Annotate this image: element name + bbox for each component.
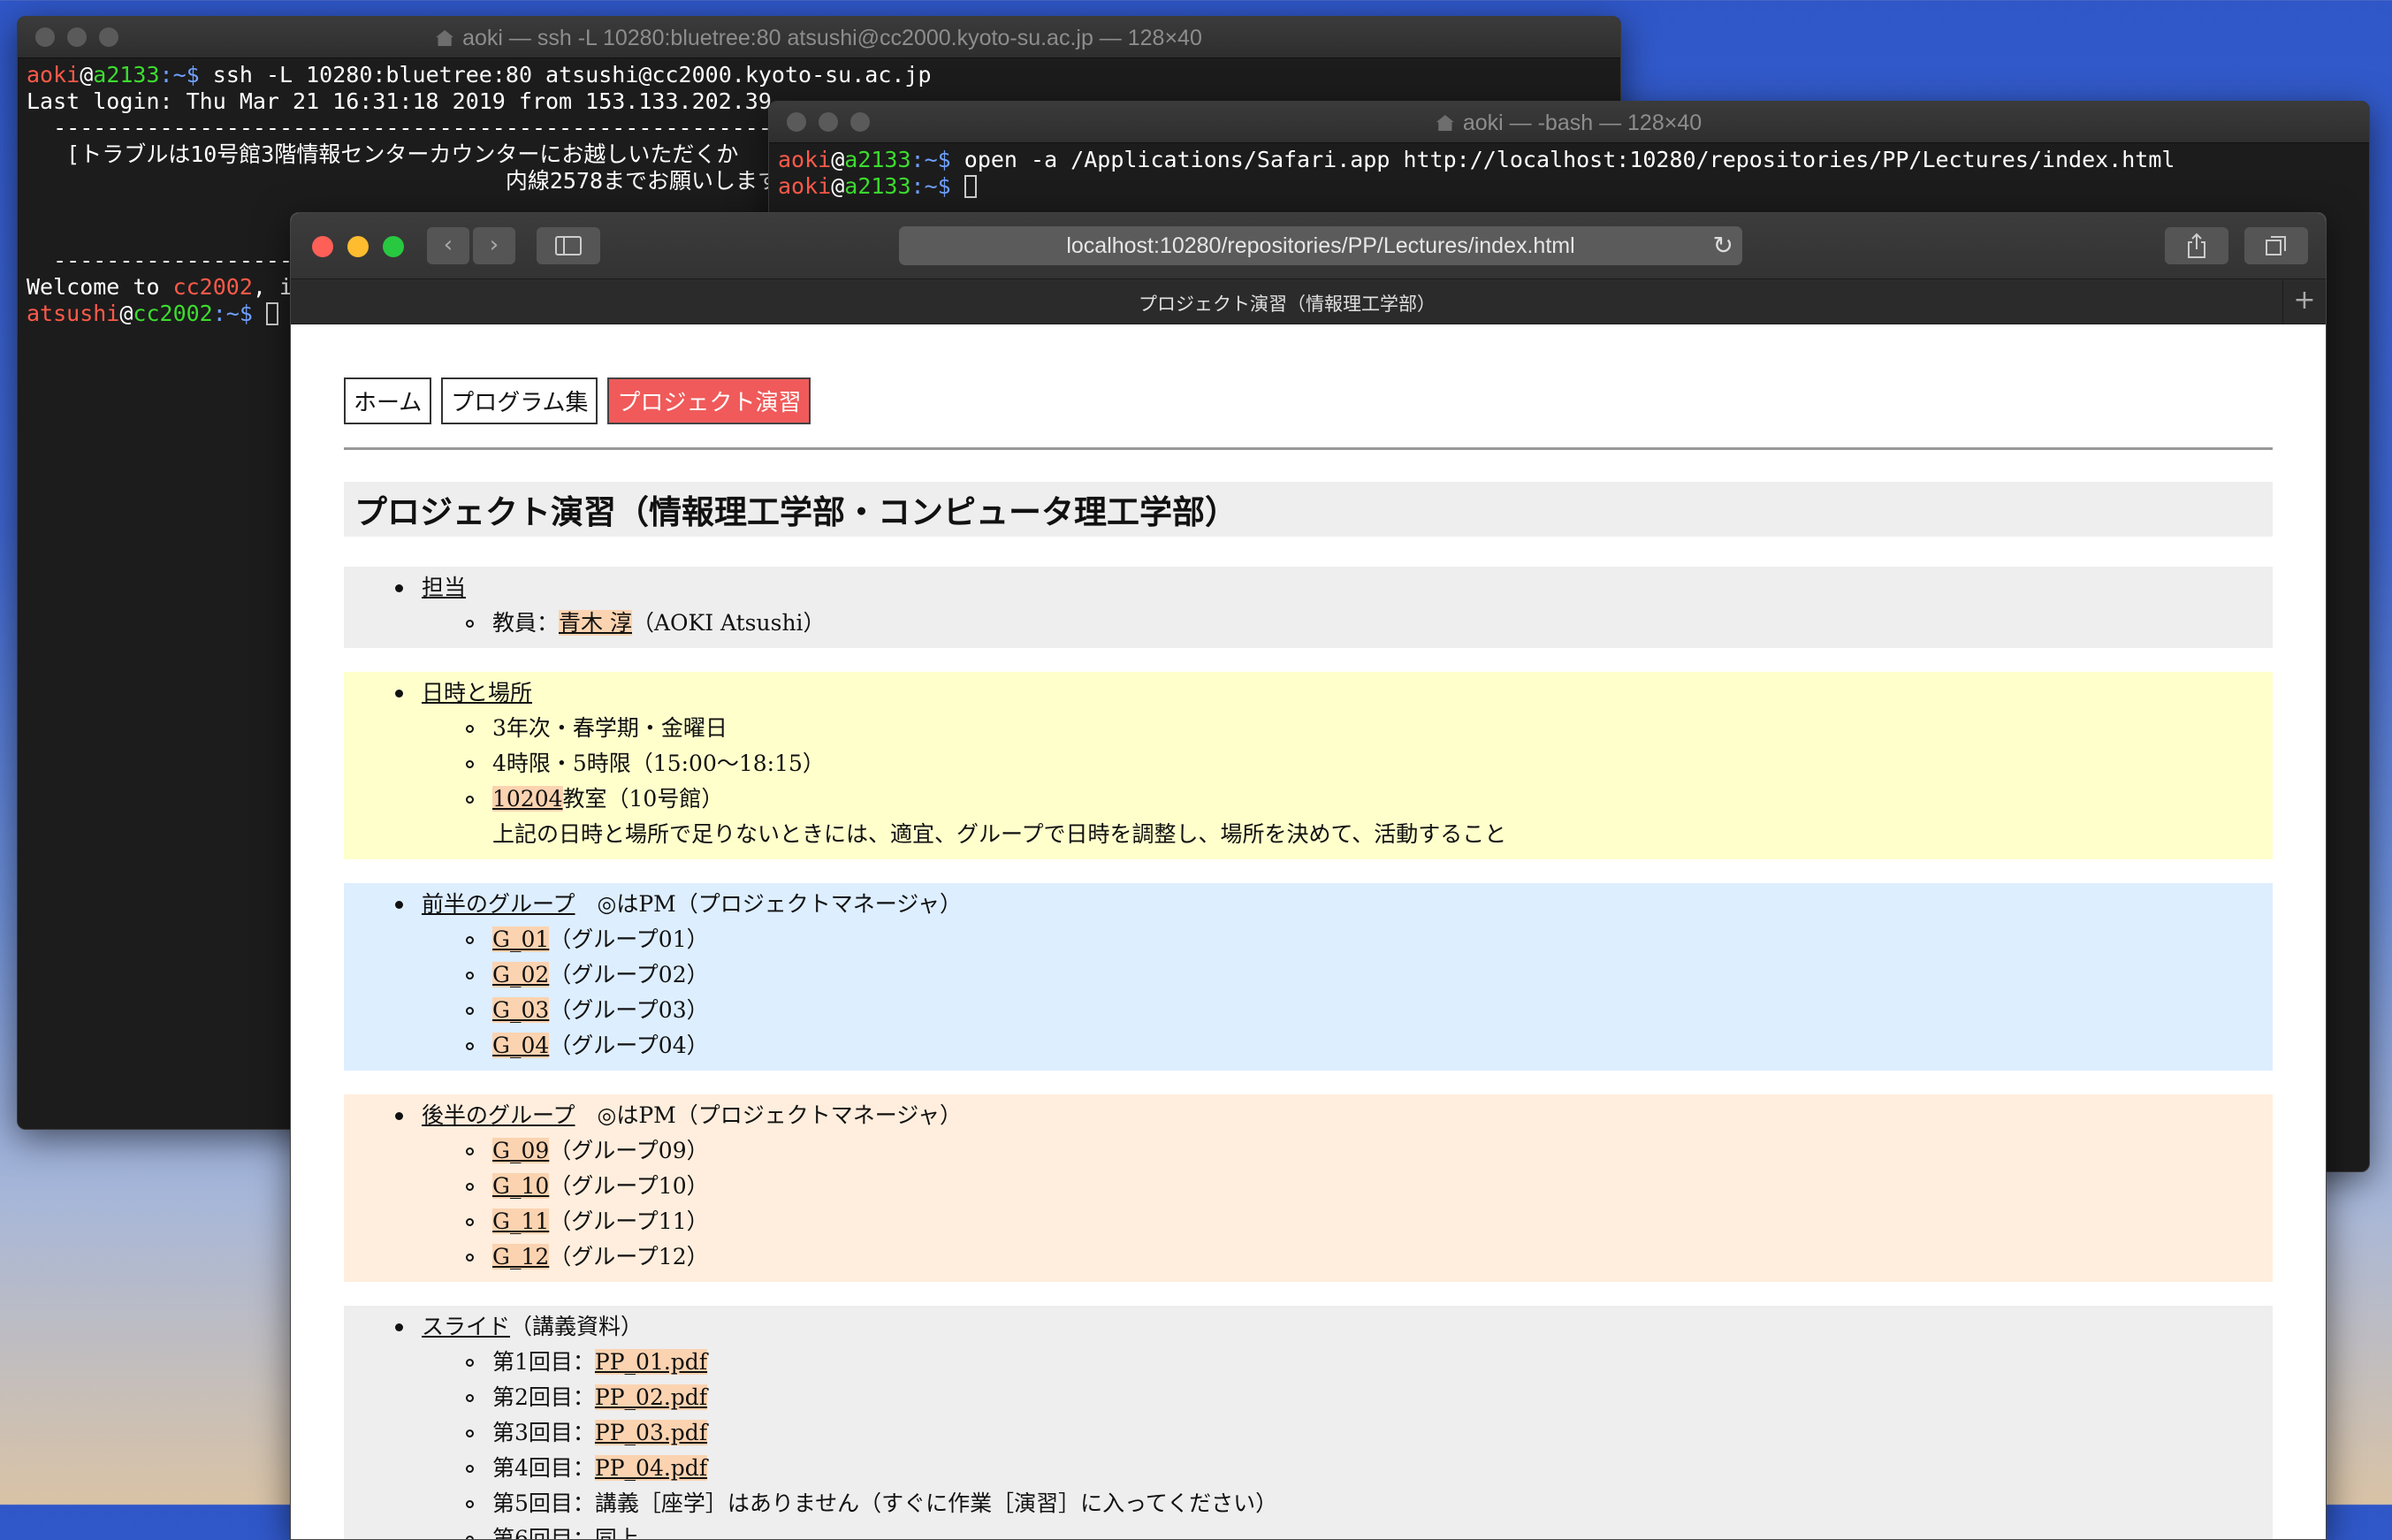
terminal-cursor bbox=[964, 175, 977, 198]
group-link[interactable]: G_11 bbox=[492, 1208, 550, 1234]
web-page-content: ホーム プログラム集 プロジェクト演習 プロジェクト演習（情報理工学部・コンピュ… bbox=[291, 324, 2326, 1539]
terminal-cursor bbox=[265, 302, 278, 325]
list-item: 3年次・春学期・金曜日 bbox=[466, 711, 2273, 746]
prompt-path: :~$ bbox=[159, 62, 213, 88]
slide-link[interactable]: PP_04.pdf bbox=[594, 1455, 708, 1481]
divider bbox=[344, 447, 2273, 450]
list-item: G_01（グループ01） bbox=[466, 922, 2273, 957]
terminal-output[interactable]: aoki@a2133:~$ open -a /Applications/Safa… bbox=[769, 143, 2369, 203]
slide-link[interactable]: PP_01.pdf bbox=[594, 1349, 708, 1375]
terminal-title: aoki — ssh -L 10280:bluetree:80 atsushi@… bbox=[462, 26, 1202, 50]
nav-programs[interactable]: プログラム集 bbox=[441, 377, 598, 424]
list-item: G_02（グループ02） bbox=[466, 957, 2273, 993]
slide-link[interactable]: PP_03.pdf bbox=[594, 1420, 708, 1445]
close-button[interactable] bbox=[312, 236, 333, 257]
list-item: G_04（グループ04） bbox=[466, 1028, 2273, 1064]
safari-window[interactable]: ‹ › localhost:10280/repositories/PP/Lect… bbox=[290, 212, 2327, 1540]
site-nav: ホーム プログラム集 プロジェクト演習 bbox=[344, 324, 2273, 424]
safari-toolbar[interactable]: ‹ › localhost:10280/repositories/PP/Lect… bbox=[291, 213, 2326, 278]
teacher-link[interactable]: 青木 淳 bbox=[559, 610, 632, 636]
list-item: 第3回目：PP_03.pdf bbox=[466, 1415, 2273, 1451]
tabs-icon bbox=[2266, 236, 2286, 255]
terminal-titlebar[interactable]: aoki — ssh -L 10280:bluetree:80 atsushi@… bbox=[18, 17, 1620, 58]
group-link[interactable]: G_01 bbox=[492, 926, 550, 952]
list-item: 第1回目：PP_01.pdf bbox=[466, 1345, 2273, 1380]
minimize-button[interactable] bbox=[347, 236, 369, 257]
list-item: 第5回目：講義［座学］はありません（すぐに作業［演習］に入ってください） bbox=[466, 1486, 2273, 1521]
prompt-host: a2133 bbox=[93, 62, 160, 88]
list-item: G_12（グループ12） bbox=[466, 1239, 2273, 1275]
sidebar-button[interactable] bbox=[537, 227, 600, 264]
section-slides: スライド（講義資料） 第1回目：PP_01.pdf 第2回目：PP_02.pdf… bbox=[344, 1306, 2273, 1539]
list-item: G_03（グループ03） bbox=[466, 993, 2273, 1028]
home-icon bbox=[1436, 115, 1454, 131]
terminal-titlebar[interactable]: aoki — -bash — 128×40 bbox=[769, 102, 2369, 143]
group-link[interactable]: G_09 bbox=[492, 1138, 550, 1163]
tab-title[interactable]: プロジェクト演習（情報理工学部） bbox=[291, 290, 2283, 316]
reload-icon[interactable]: ↻ bbox=[1713, 226, 1733, 265]
url-text: localhost:10280/repositories/PP/Lectures… bbox=[1066, 233, 1575, 258]
list-item: 第2回目：PP_02.pdf bbox=[466, 1380, 2273, 1415]
list-item: 第4回目：PP_04.pdf bbox=[466, 1451, 2273, 1486]
second-groups-heading-link[interactable]: 後半のグループ bbox=[422, 1102, 575, 1128]
chevron-left-icon: ‹ bbox=[443, 232, 453, 258]
terminal-title: aoki — -bash — 128×40 bbox=[1462, 111, 1703, 135]
back-button[interactable]: ‹ bbox=[427, 227, 469, 264]
staff-heading-link[interactable]: 担当 bbox=[422, 575, 466, 600]
prompt-user: aoki bbox=[27, 62, 80, 88]
nav-home[interactable]: ホーム bbox=[344, 377, 432, 424]
terminal-command: ssh -L 10280:bluetree:80 atsushi@cc2000.… bbox=[212, 62, 932, 88]
share-icon bbox=[2188, 233, 2205, 258]
new-tab-button[interactable]: + bbox=[2282, 279, 2326, 324]
group-link[interactable]: G_03 bbox=[492, 997, 550, 1023]
zoom-button[interactable] bbox=[383, 236, 404, 257]
tabs-overview-button[interactable] bbox=[2244, 227, 2308, 264]
list-item: G_09（グループ09） bbox=[466, 1133, 2273, 1169]
page-title: プロジェクト演習（情報理工学部・コンピュータ理工学部） bbox=[344, 482, 2273, 537]
chevron-right-icon: › bbox=[489, 232, 499, 258]
section-second-groups: 後半のグループ ◎はPM（プロジェクトマネージャ） G_09（グループ09） G… bbox=[344, 1094, 2273, 1282]
section-schedule: 日時と場所 3年次・春学期・金曜日 4時限・5時限（15:00〜18:15） 1… bbox=[344, 672, 2273, 859]
group-link[interactable]: G_12 bbox=[492, 1244, 550, 1269]
group-link[interactable]: G_04 bbox=[492, 1033, 550, 1058]
address-bar[interactable]: localhost:10280/repositories/PP/Lectures… bbox=[899, 226, 1742, 265]
room-link[interactable]: 10204 bbox=[492, 786, 563, 812]
list-item: 4時限・5時限（15:00〜18:15） bbox=[466, 746, 2273, 781]
group-link[interactable]: G_10 bbox=[492, 1173, 550, 1199]
group-link[interactable]: G_02 bbox=[492, 962, 550, 987]
sidebar-icon bbox=[555, 236, 582, 255]
plus-icon: + bbox=[2293, 285, 2316, 316]
schedule-note: 上記の日時と場所で足りないときには、適宜、グループで日時を調整し、場所を決めて、… bbox=[492, 821, 1507, 847]
list-item: G_11（グループ11） bbox=[466, 1204, 2273, 1239]
forward-button[interactable]: › bbox=[473, 227, 515, 264]
list-item: G_10（グループ10） bbox=[466, 1169, 2273, 1204]
slide-link[interactable]: PP_02.pdf bbox=[594, 1384, 708, 1410]
tab-bar[interactable]: プロジェクト演習（情報理工学部） + bbox=[291, 278, 2326, 324]
nav-project[interactable]: プロジェクト演習 bbox=[607, 377, 811, 424]
list-item: 第6回目：同上 bbox=[466, 1521, 2273, 1539]
first-groups-heading-link[interactable]: 前半のグループ bbox=[422, 891, 575, 917]
slides-heading-link[interactable]: スライド bbox=[422, 1314, 510, 1339]
home-icon bbox=[436, 30, 454, 46]
share-button[interactable] bbox=[2165, 227, 2228, 264]
section-staff: 担当 教員：青木 淳（AOKI Atsushi） bbox=[344, 567, 2273, 648]
section-first-groups: 前半のグループ ◎はPM（プロジェクトマネージャ） G_01（グループ01） G… bbox=[344, 883, 2273, 1071]
schedule-heading-link[interactable]: 日時と場所 bbox=[422, 680, 532, 705]
terminal-command: open -a /Applications/Safari.app http://… bbox=[964, 147, 2175, 172]
